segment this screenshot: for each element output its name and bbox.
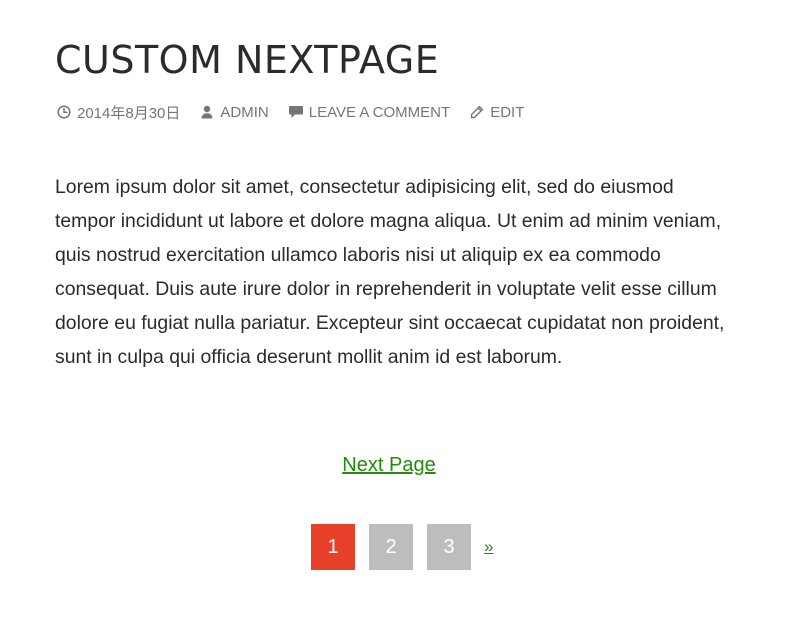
next-page-arrow-link[interactable]: » (484, 537, 493, 557)
clock-icon (56, 104, 72, 120)
post-date: 2014年8月30日 (77, 104, 181, 122)
next-page-link[interactable]: Next Page (342, 454, 435, 476)
post-date-link[interactable]: 2014年8月30日 (56, 102, 180, 123)
post-author-link[interactable]: ADMIN (199, 103, 269, 121)
post-meta: 2014年8月30日 ADMIN LEAVE A COMMENT EDIT (56, 101, 543, 123)
leave-comment-label: LEAVE A COMMENT (308, 103, 451, 121)
user-icon (199, 104, 215, 120)
leave-comment-link[interactable]: LEAVE A COMMENT (288, 104, 450, 121)
post-title: CUSTOM NEXTPAGE (55, 38, 440, 82)
pagination: 1 2 3 » (311, 524, 493, 570)
next-page-container: Next Page (55, 450, 723, 480)
pencil-icon (469, 104, 485, 120)
edit-post-link[interactable]: EDIT (469, 104, 524, 121)
page-2-link[interactable]: 2 (369, 524, 413, 570)
page-1-current: 1 (311, 524, 355, 570)
post-author: ADMIN (220, 103, 269, 121)
post-body: Lorem ipsum dolor sit amet, consectetur … (55, 176, 725, 368)
edit-label: EDIT (490, 103, 525, 121)
comment-icon (288, 104, 304, 120)
page-3-link[interactable]: 3 (427, 524, 471, 570)
